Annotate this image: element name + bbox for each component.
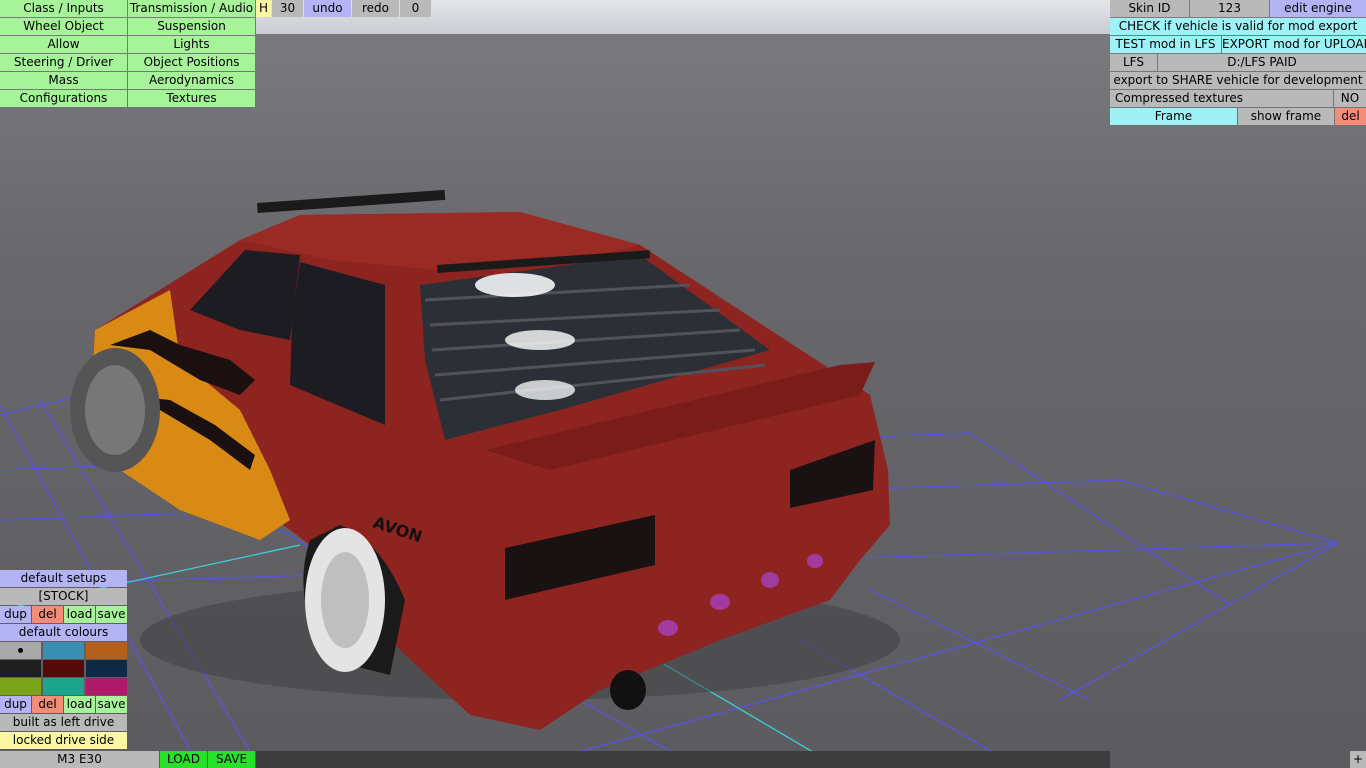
car-model: AVON [70, 189, 900, 730]
locked-drive-side-toggle[interactable]: locked drive side [0, 732, 127, 749]
colour-swatch[interactable] [0, 678, 41, 695]
menu-aerodynamics[interactable]: Aerodynamics [128, 72, 255, 89]
colour-swatch[interactable] [43, 660, 84, 677]
undo-button[interactable]: undo [304, 0, 351, 17]
menu-steering-driver[interactable]: Steering / Driver [0, 54, 127, 71]
colour-swatch[interactable] [43, 678, 84, 695]
redo-button[interactable]: redo [352, 0, 399, 17]
default-colours-button[interactable]: default colours [0, 624, 127, 641]
setup-load-button[interactable]: load [64, 606, 95, 623]
lfs-label: LFS [1110, 54, 1157, 71]
export-upload-button[interactable]: EXPORT mod for UPLOAD [1222, 36, 1366, 53]
built-as-left-drive: built as left drive [0, 714, 127, 731]
frame-button[interactable]: Frame [1110, 108, 1237, 125]
menu-transmission-audio[interactable]: Transmission / Audio [128, 0, 255, 17]
colour-swatch-selected[interactable] [0, 642, 41, 659]
menu-mass[interactable]: Mass [0, 72, 127, 89]
colour-dup-button[interactable]: dup [0, 696, 31, 713]
selected-dot-icon [18, 648, 23, 653]
redo-count: 0 [400, 0, 431, 17]
history-count: 30 [272, 0, 303, 17]
load-button[interactable]: LOAD [160, 751, 207, 768]
colour-save-button[interactable]: save [96, 696, 127, 713]
setup-stock-item[interactable]: [STOCK] [0, 588, 127, 605]
h-toggle-button[interactable]: H [256, 0, 271, 17]
colour-swatch[interactable] [86, 678, 127, 695]
show-frame-button[interactable]: show frame [1238, 108, 1334, 125]
car-name-field[interactable]: M3 E30 [0, 751, 159, 768]
setup-dup-button[interactable]: dup [0, 606, 31, 623]
edit-engine-button[interactable]: edit engine [1270, 0, 1366, 17]
skin-id-value[interactable]: 123 [1190, 0, 1269, 17]
colour-swatch[interactable] [86, 660, 127, 677]
skin-id-label: Skin ID [1110, 0, 1189, 17]
colour-swatch[interactable] [0, 660, 41, 677]
menu-allow[interactable]: Allow [0, 36, 127, 53]
lfs-path-field[interactable]: D:/LFS PAID [1158, 54, 1366, 71]
menu-class-inputs[interactable]: Class / Inputs [0, 0, 127, 17]
colour-load-button[interactable]: load [64, 696, 95, 713]
setup-save-button[interactable]: save [96, 606, 127, 623]
compressed-textures-toggle[interactable]: NO [1334, 90, 1366, 107]
default-setups-button[interactable]: default setups [0, 570, 127, 587]
colour-del-button[interactable]: del [32, 696, 63, 713]
menu-lights[interactable]: Lights [128, 36, 255, 53]
menu-suspension[interactable]: Suspension [128, 18, 255, 35]
check-valid-button[interactable]: CHECK if vehicle is valid for mod export [1110, 18, 1366, 35]
menu-configurations[interactable]: Configurations [0, 90, 127, 107]
menu-object-positions[interactable]: Object Positions [128, 54, 255, 71]
plus-button[interactable]: + [1350, 751, 1366, 768]
test-mod-button[interactable]: TEST mod in LFS [1110, 36, 1221, 53]
frame-del-button[interactable]: del [1335, 108, 1366, 125]
colour-swatch[interactable] [86, 642, 127, 659]
status-bar [256, 751, 1110, 768]
setup-del-button[interactable]: del [32, 606, 63, 623]
menu-textures[interactable]: Textures [128, 90, 255, 107]
compressed-textures-label: Compressed textures [1110, 90, 1333, 107]
save-button[interactable]: SAVE [208, 751, 255, 768]
export-share-button[interactable]: export to SHARE vehicle for development [1110, 72, 1366, 89]
menu-wheel-object[interactable]: Wheel Object [0, 18, 127, 35]
colour-swatch[interactable] [43, 642, 84, 659]
